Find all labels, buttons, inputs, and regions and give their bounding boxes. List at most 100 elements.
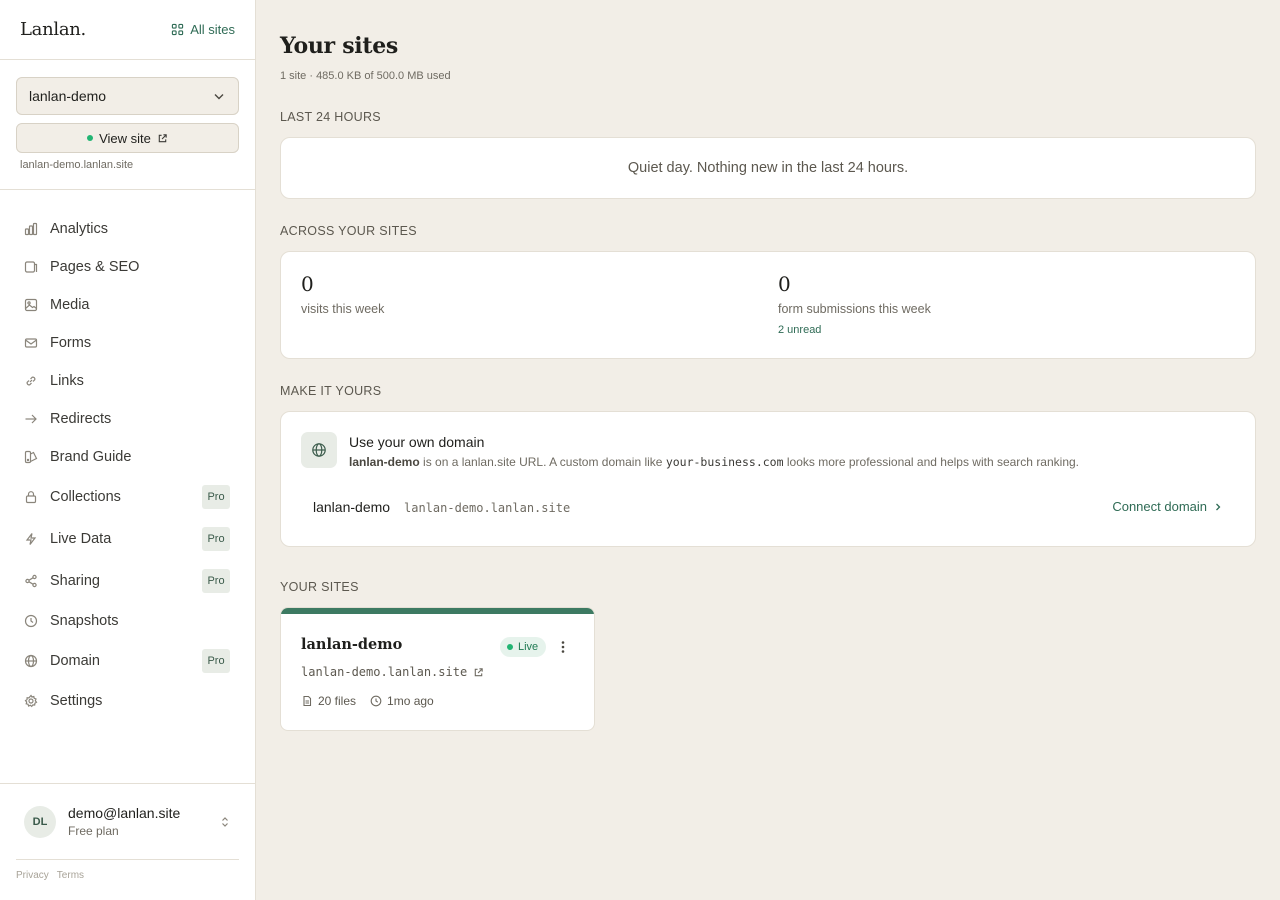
sidebar-item-label: Forms [50,335,92,351]
status-badge: Live [500,637,547,657]
sidebar-item-collections[interactable]: Collections Pro [0,476,255,518]
sidebar-item-media[interactable]: Media [0,286,255,324]
sidebar-item-brand-guide[interactable]: Brand Guide [0,438,255,476]
sidebar-item-sharing[interactable]: Sharing Pro [0,560,255,602]
view-site-label: View site [99,130,151,146]
forms-label: form submissions this week [778,302,931,316]
sidebar-item-snapshots[interactable]: Snapshots [0,602,255,640]
sidebar-item-label: Media [50,297,90,313]
sidebar-item-live-data[interactable]: Live Data Pro [0,518,255,560]
mail-icon [24,336,38,350]
user-plan: Free plan [68,824,119,838]
site-select[interactable]: lanlan-demo [16,77,239,115]
all-sites-label: All sites [190,22,235,37]
sidebar-item-label: Brand Guide [50,449,132,465]
section-label-across-sites: ACROSS YOUR SITES [280,224,417,238]
arrow-right-icon [24,412,38,426]
pro-badge: Pro [202,527,230,551]
sidebar-item-analytics[interactable]: Analytics [0,210,255,248]
domain-row-url: lanlan-demo.lanlan.site [404,501,571,515]
sidebar-header: Lanlan. All sites [0,0,255,60]
logo[interactable]: Lanlan. [20,19,86,40]
clock-icon [24,614,38,628]
activity-card: Quiet day. Nothing new in the last 24 ho… [280,137,1256,199]
site-card-url[interactable]: lanlan-demo.lanlan.site [301,665,484,679]
custom-domain-title: Use your own domain [349,434,485,450]
grid-icon [171,23,184,36]
user-menu[interactable]: DL demo@lanlan.site Free plan [16,784,239,860]
pro-badge: Pro [202,569,230,593]
live-dot-icon [87,135,94,141]
sidebar-item-label: Domain [50,653,100,669]
user-info: demo@lanlan.site Free plan [68,805,180,838]
chevron-right-icon [1213,502,1223,512]
last-updated-text: 1mo ago [387,694,434,708]
connect-domain-link[interactable]: Connect domain [1112,499,1223,514]
site-card[interactable]: lanlan-demo Live lanlan-demo.lanlan.site… [280,607,595,731]
unread-link[interactable]: 2 unread [778,324,931,336]
sidebar-item-pages-seo[interactable]: Pages & SEO [0,248,255,286]
site-url: lanlan-demo.lanlan.site [20,159,134,171]
sidebar-nav: Analytics Pages & SEO Media Forms Links … [0,190,255,720]
forms-stat: 0 form submissions this week 2 unread [778,272,931,336]
desc-site-name: lanlan-demo [349,455,420,469]
forms-value: 0 [778,272,791,296]
share-icon [24,574,38,588]
external-link-icon [473,667,484,678]
gear-icon [24,694,38,708]
view-site-button[interactable]: View site [16,123,239,153]
sidebar-item-redirects[interactable]: Redirects [0,400,255,438]
domain-row-site-name: lanlan-demo [313,499,391,515]
site-card-url-text: lanlan-demo.lanlan.site [301,665,468,679]
chevron-down-icon [212,89,226,103]
pro-badge: Pro [202,649,230,673]
more-options-icon[interactable] [553,637,573,657]
sidebar: Lanlan. All sites lanlan-demo View site … [0,0,256,900]
visits-stat: 0 visits this week [301,272,384,316]
stats-card: 0 visits this week 0 form submissions th… [280,251,1256,359]
sidebar-item-domain[interactable]: Domain Pro [0,640,255,682]
sidebar-item-links[interactable]: Links [0,362,255,400]
custom-domain-card: Use your own domain lanlan-demo is on a … [280,411,1256,547]
desc-example-domain: your-business.com [665,455,784,469]
section-label-make-it-yours: MAKE IT YOURS [280,384,382,398]
site-card-name: lanlan-demo [301,636,403,653]
sidebar-item-settings[interactable]: Settings [0,682,255,720]
privacy-link[interactable]: Privacy [16,870,49,881]
desc-text-end: looks more professional and helps with s… [783,455,1080,469]
lightning-icon [24,532,38,546]
section-label-last-24-hours: LAST 24 HOURS [280,110,381,124]
sidebar-item-label: Sharing [50,573,100,589]
pro-badge: Pro [202,485,230,509]
lock-icon [24,490,38,504]
sidebar-item-label: Collections [50,489,121,505]
storage-summary: 1 site · 485.0 KB of 500.0 MB used [280,70,451,82]
sidebar-footer: DL demo@lanlan.site Free plan Privacy Te… [0,783,255,900]
external-link-icon [157,133,168,144]
site-switcher: lanlan-demo View site lanlan-demo.lanlan… [0,60,255,190]
sidebar-item-label: Live Data [50,531,112,547]
custom-domain-description: lanlan-demo is on a lanlan.site URL. A c… [349,455,1079,469]
sidebar-item-label: Pages & SEO [50,259,140,275]
link-icon [24,374,38,388]
site-card-accent-bar [281,608,594,614]
section-label-your-sites: YOUR SITES [280,580,359,594]
file-count-text: 20 files [318,694,357,708]
all-sites-link[interactable]: All sites [171,22,235,37]
file-icon [301,695,313,707]
activity-message: Quiet day. Nothing new in the last 24 ho… [627,160,909,176]
palette-icon [24,450,38,464]
chevron-up-down-icon[interactable] [219,816,231,828]
sidebar-item-label: Settings [50,693,103,709]
desc-text: is on a lanlan.site URL. A custom domain… [419,455,666,469]
file-count: 20 files [301,694,356,708]
terms-link[interactable]: Terms [57,870,84,881]
page-icon [24,260,38,274]
globe-icon [24,654,38,668]
avatar: DL [24,805,56,838]
visits-label: visits this week [301,302,385,316]
site-card-meta: 20 files 1mo ago [301,694,434,708]
sidebar-item-forms[interactable]: Forms [0,324,255,362]
clock-icon [370,695,382,707]
sidebar-item-label: Links [50,373,84,389]
